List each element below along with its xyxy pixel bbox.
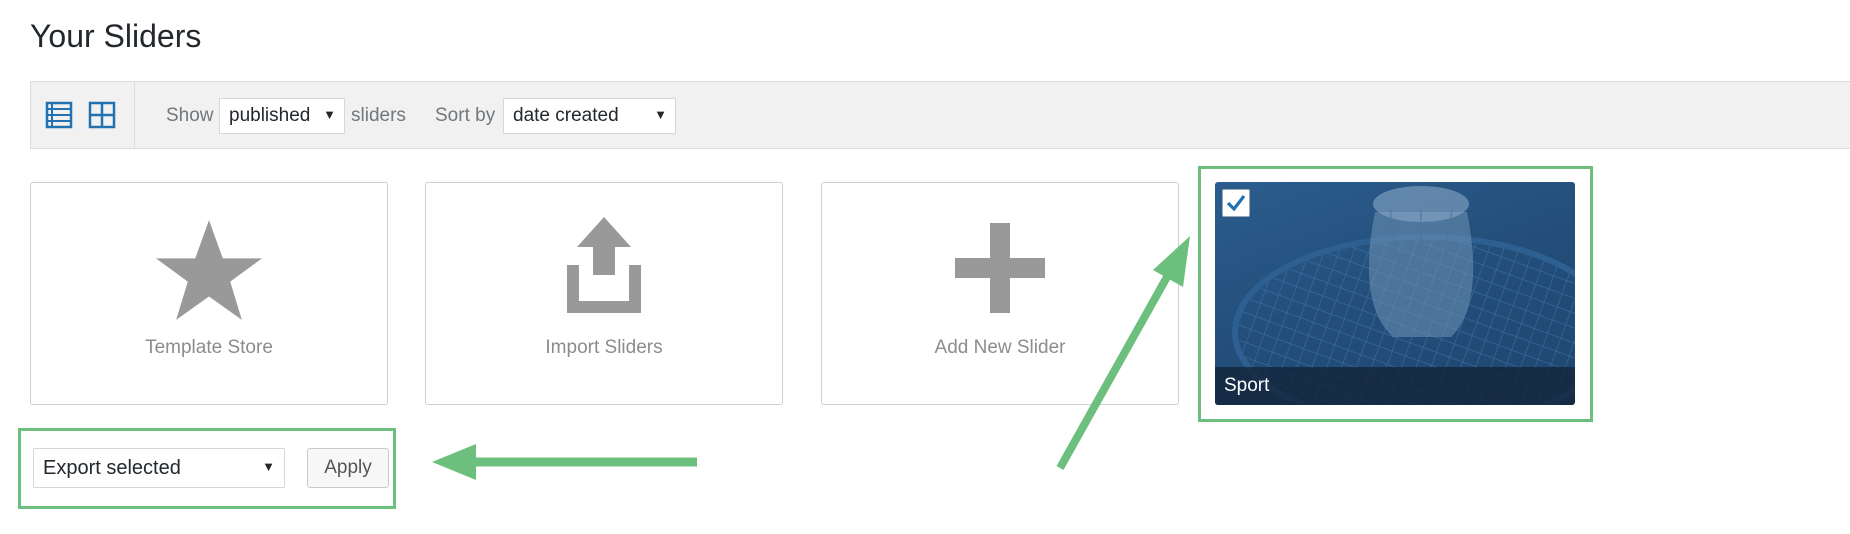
slider-name: Sport — [1215, 367, 1575, 405]
list-view-button[interactable] — [44, 100, 74, 130]
toolbar-divider — [134, 82, 135, 148]
template-store-card[interactable]: Template Store — [30, 182, 388, 405]
import-sliders-card[interactable]: Import Sliders — [425, 182, 783, 405]
grid-view-icon — [88, 101, 116, 129]
sort-select[interactable]: date created ▼ — [503, 98, 676, 134]
slider-toolbar: Show published ▼ sliders Sort by date cr… — [30, 81, 1850, 149]
checkmark-icon — [1226, 195, 1246, 212]
sort-label: Sort by — [435, 105, 496, 126]
chevron-down-icon: ▼ — [262, 459, 275, 474]
page-title: Your Sliders — [30, 18, 202, 54]
upload-icon — [567, 217, 641, 313]
arrow-to-bulk-actions — [432, 444, 697, 480]
add-new-slider-card[interactable]: Add New Slider — [821, 182, 1179, 405]
card-label: Add New Slider — [934, 337, 1066, 358]
plus-icon — [955, 223, 1045, 313]
sliders-label: sliders — [351, 105, 406, 126]
star-icon — [156, 220, 262, 320]
card-label: Import Sliders — [545, 337, 663, 358]
slider-select-checkbox[interactable] — [1222, 189, 1250, 217]
apply-button[interactable]: Apply — [307, 448, 389, 488]
list-view-icon — [45, 101, 73, 129]
bulk-action-value: Export selected — [43, 456, 181, 479]
show-label: Show — [166, 105, 214, 126]
chevron-down-icon: ▼ — [323, 107, 336, 122]
sort-value: date created — [513, 105, 619, 126]
card-label: Template Store — [145, 337, 273, 358]
show-filter-value: published — [229, 105, 311, 126]
bulk-action-select[interactable]: Export selected ▼ — [33, 448, 285, 488]
show-filter-select[interactable]: published ▼ — [219, 98, 345, 134]
grid-view-button[interactable] — [87, 100, 117, 130]
chevron-down-icon: ▼ — [654, 107, 667, 122]
slider-thumbnail-sport[interactable]: Sport — [1215, 182, 1575, 405]
